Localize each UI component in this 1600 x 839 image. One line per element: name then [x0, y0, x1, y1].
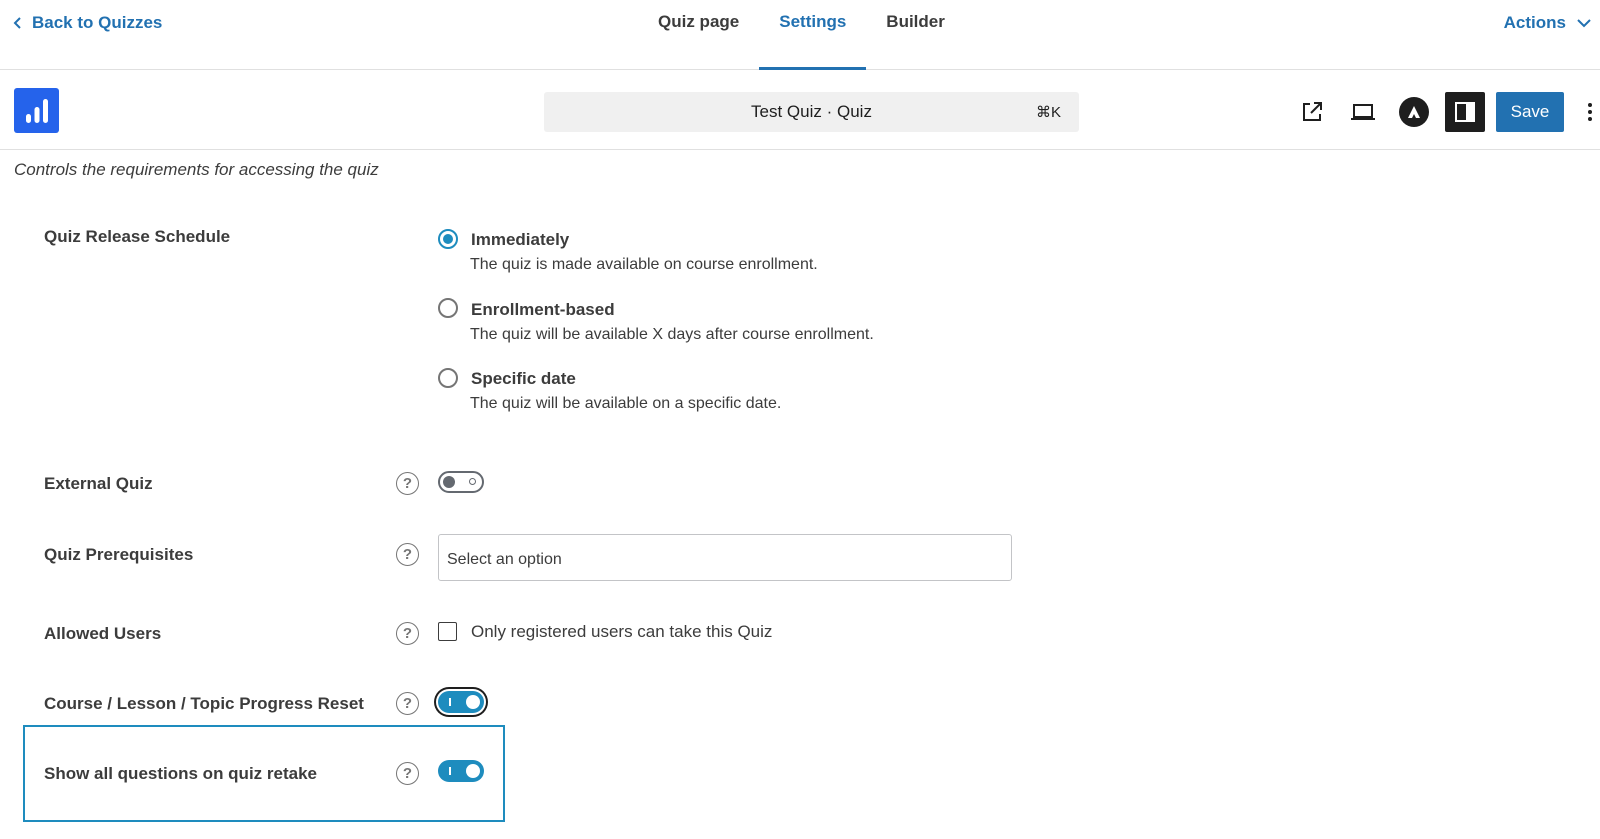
show-all-questions-toggle[interactable]: [438, 760, 484, 782]
quiz-prerequisites-help-icon[interactable]: ?: [396, 543, 419, 566]
page-tabs: Quiz page Settings Builder: [638, 0, 965, 71]
sidebar-icon: [1455, 102, 1475, 122]
external-quiz-help-icon[interactable]: ?: [396, 472, 419, 495]
radio-enrollment-based-description: The quiz will be available X days after …: [470, 326, 874, 343]
radio-enrollment-based[interactable]: [438, 298, 458, 318]
radio-enrollment-based-title: Enrollment-based: [471, 300, 615, 319]
learndash-logo[interactable]: [14, 88, 59, 133]
radio-immediately-title: Immediately: [471, 230, 570, 249]
show-all-questions-label: Show all questions on quiz retake: [44, 764, 317, 783]
laptop-icon: [1351, 104, 1375, 120]
tab-quiz-page[interactable]: Quiz page: [638, 0, 759, 70]
progress-reset-help-icon[interactable]: ?: [396, 692, 419, 715]
top-navigation: Back to Quizzes Quiz page Settings Build…: [0, 0, 1600, 71]
bar-chart-icon: [25, 98, 48, 123]
tab-builder[interactable]: Builder: [866, 0, 965, 70]
preview-device-button[interactable]: [1343, 92, 1383, 132]
release-schedule-label: Quiz Release Schedule: [44, 227, 231, 246]
external-link-icon: [1303, 102, 1322, 121]
chevron-left-icon: [13, 17, 21, 29]
vertical-ellipsis-icon: [1588, 103, 1592, 121]
more-options-button[interactable]: [1582, 92, 1598, 132]
quiz-prerequisites-select[interactable]: Select an option: [438, 534, 1012, 581]
toggle-on-mark: [449, 698, 451, 706]
progress-reset-label: Course / Lesson / Topic Progress Reset: [44, 694, 364, 713]
external-quiz-toggle[interactable]: [438, 471, 484, 493]
editor-header: Test Quiz · Quiz ⌘K Save: [0, 70, 1600, 150]
radio-specific-date[interactable]: [438, 368, 458, 388]
actions-label: Actions: [1503, 13, 1566, 32]
radio-immediately[interactable]: [438, 229, 458, 249]
radio-specific-date-description: The quiz will be available on a specific…: [470, 395, 782, 412]
chevron-down-icon: [1577, 19, 1591, 28]
command-palette-button[interactable]: Test Quiz · Quiz ⌘K: [544, 92, 1079, 132]
progress-reset-toggle[interactable]: [438, 691, 484, 713]
actions-menu[interactable]: Actions: [1504, 13, 1592, 33]
toggle-knob: [443, 476, 455, 488]
allowed-users-help-icon[interactable]: ?: [396, 622, 419, 645]
astra-settings-button[interactable]: [1394, 92, 1434, 132]
registered-users-only-checkbox[interactable]: [438, 622, 457, 641]
external-quiz-label: External Quiz: [44, 474, 153, 493]
save-button[interactable]: Save: [1496, 92, 1564, 132]
section-description: Controls the requirements for accessing …: [14, 160, 379, 179]
quiz-prerequisites-label: Quiz Prerequisites: [44, 545, 194, 564]
view-post-button[interactable]: [1292, 92, 1332, 132]
back-to-quizzes-link[interactable]: Back to Quizzes: [12, 13, 162, 33]
toggle-knob: [466, 695, 480, 709]
toggle-off-mark: [469, 478, 476, 485]
astra-logo-icon: [1399, 97, 1429, 127]
document-title: Test Quiz · Quiz: [751, 102, 872, 121]
allowed-users-label: Allowed Users: [44, 624, 162, 643]
toggle-knob: [466, 764, 480, 778]
command-shortcut: ⌘K: [1035, 104, 1061, 121]
back-link-label: Back to Quizzes: [32, 13, 163, 32]
settings-sidebar-toggle[interactable]: [1445, 92, 1485, 132]
radio-immediately-description: The quiz is made available on course enr…: [470, 256, 818, 273]
toggle-on-mark: [449, 767, 451, 775]
radio-specific-date-title: Specific date: [471, 369, 576, 388]
tab-settings[interactable]: Settings: [759, 0, 867, 71]
show-all-questions-help-icon[interactable]: ?: [396, 762, 419, 785]
registered-users-only-label: Only registered users can take this Quiz: [471, 622, 773, 641]
